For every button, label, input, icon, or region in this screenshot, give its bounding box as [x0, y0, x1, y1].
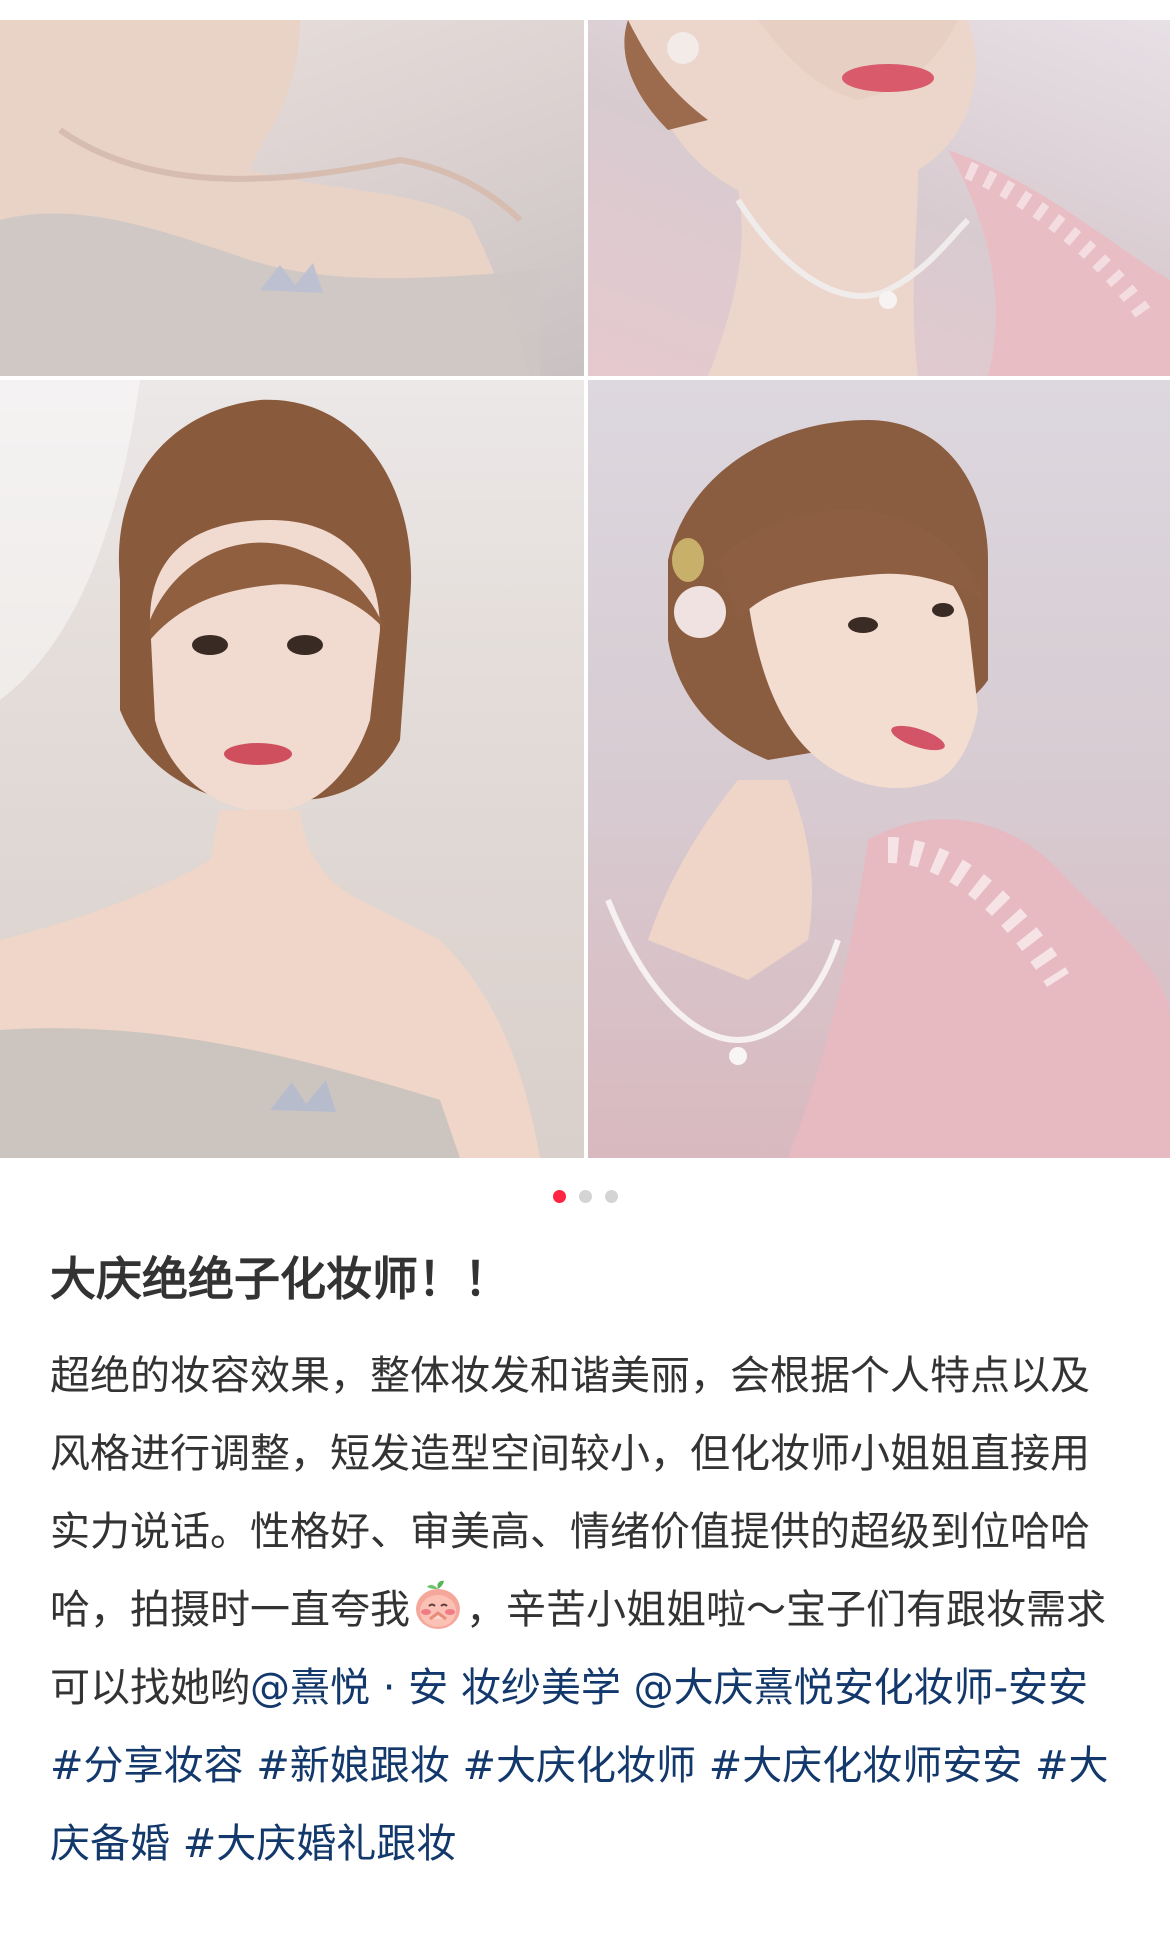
- pagination-dot[interactable]: [578, 1190, 592, 1203]
- hashtag-daqing-makeup-artist-anan[interactable]: #大庆化妆师安安: [709, 1743, 1023, 1789]
- mention-link-artist[interactable]: @大庆熹悦安化妆师-安安: [634, 1665, 1088, 1711]
- image-carousel[interactable]: [0, 0, 1170, 1158]
- hashtag-daqing-makeup-artist[interactable]: #大庆化妆师: [462, 1743, 696, 1789]
- note-body: 超绝的妆容效果，整体妆发和谐美丽，会根据个人特点以及风格进行调整，短发造型空间较…: [50, 1337, 1125, 1883]
- carousel-pagination: [0, 1190, 1170, 1204]
- photo-shoulder-tulle-dress[interactable]: [0, 20, 584, 376]
- photo-front-updo-portrait[interactable]: [0, 380, 584, 1158]
- hashtag-bridal-makeup[interactable]: #新娘跟妆: [256, 1743, 450, 1789]
- mention-link-studio[interactable]: @熹悦 · 安 妆纱美学: [250, 1665, 621, 1711]
- photo-side-profile-pearl-earring[interactable]: [588, 380, 1170, 1158]
- carousel-top-edge: [0, 0, 1170, 20]
- pagination-dot-active[interactable]: [552, 1190, 566, 1203]
- pagination-dot[interactable]: [604, 1190, 618, 1203]
- hashtag-share-makeup[interactable]: #分享妆容: [50, 1743, 244, 1789]
- note-title: 大庆绝绝子化妆师！！: [50, 1252, 510, 1306]
- hashtag-daqing-wedding-makeup[interactable]: #大庆婚礼跟妆: [183, 1821, 457, 1867]
- photo-pink-sequin-dress-necklace[interactable]: [588, 20, 1170, 376]
- peach-blush-emoji-icon: [410, 1579, 466, 1631]
